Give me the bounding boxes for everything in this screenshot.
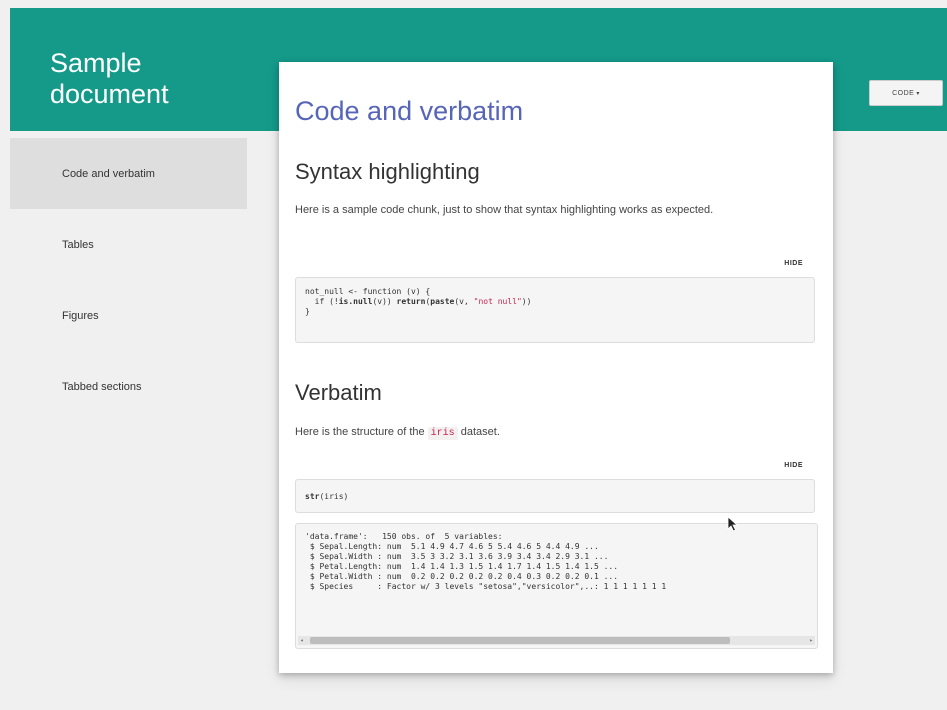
content-card: Code and verbatim Syntax highlighting He… [279, 62, 833, 673]
sidebar-nav: Code and verbatim Tables Figures Tabbed … [10, 138, 247, 422]
sidebar-item-tables[interactable]: Tables [10, 209, 247, 280]
section-heading-syntax: Syntax highlighting [295, 159, 480, 184]
code-dropdown-button[interactable]: CODE ▾ [869, 80, 943, 106]
code-chunk-str-iris: str(iris) [295, 479, 815, 513]
output-line: 'data.frame': 150 obs. of 5 variables: [305, 532, 503, 541]
sidebar-item-code-and-verbatim[interactable]: Code and verbatim [10, 138, 247, 209]
section-paragraph-syntax: Here is a sample code chunk, just to sho… [295, 204, 714, 216]
output-line: $ Sepal.Width : num 3.5 3 3.2 3.1 3.6 3.… [305, 552, 609, 561]
scroll-left-arrow-icon[interactable]: ◂ [300, 636, 304, 645]
inline-code-iris: iris [427, 427, 458, 440]
section-paragraph-verbatim: Here is the structure of the iris datase… [295, 426, 500, 440]
code-button-label: CODE [892, 89, 915, 97]
scrollbar-thumb[interactable] [310, 637, 730, 644]
horizontal-scrollbar[interactable]: ◂ ▸ [298, 636, 815, 645]
sidebar-item-figures[interactable]: Figures [10, 280, 247, 351]
section-heading-verbatim: Verbatim [295, 380, 382, 405]
output-line: $ Petal.Width : num 0.2 0.2 0.2 0.2 0.2 … [305, 572, 619, 581]
code-line: } [305, 307, 310, 316]
sidebar-item-tabbed-sections[interactable]: Tabbed sections [10, 351, 247, 422]
code-line: not_null <- function (v) { [305, 287, 431, 296]
code-line: if (!is.null(v)) return(paste(v, "not nu… [305, 297, 532, 306]
page-title: Code and verbatim [295, 96, 524, 126]
hide-code-button[interactable]: HIDE [784, 462, 803, 469]
output-line: $ Petal.Length: num 1.4 1.4 1.3 1.5 1.4 … [305, 562, 619, 571]
site-title: Sample document [50, 48, 169, 109]
output-line: $ Species : Factor w/ 3 levels "setosa",… [305, 582, 667, 591]
code-chunk-not-null: not_null <- function (v) { if (!is.null(… [295, 277, 815, 343]
scroll-right-arrow-icon[interactable]: ▸ [809, 636, 813, 645]
caret-down-icon: ▾ [916, 90, 920, 97]
output-line: $ Sepal.Length: num 5.1 4.9 4.7 4.6 5 5.… [305, 542, 599, 551]
mouse-pointer-icon [727, 516, 739, 537]
verbatim-output[interactable]: 'data.frame': 150 obs. of 5 variables: $… [295, 523, 818, 649]
hide-code-button[interactable]: HIDE [784, 260, 803, 267]
